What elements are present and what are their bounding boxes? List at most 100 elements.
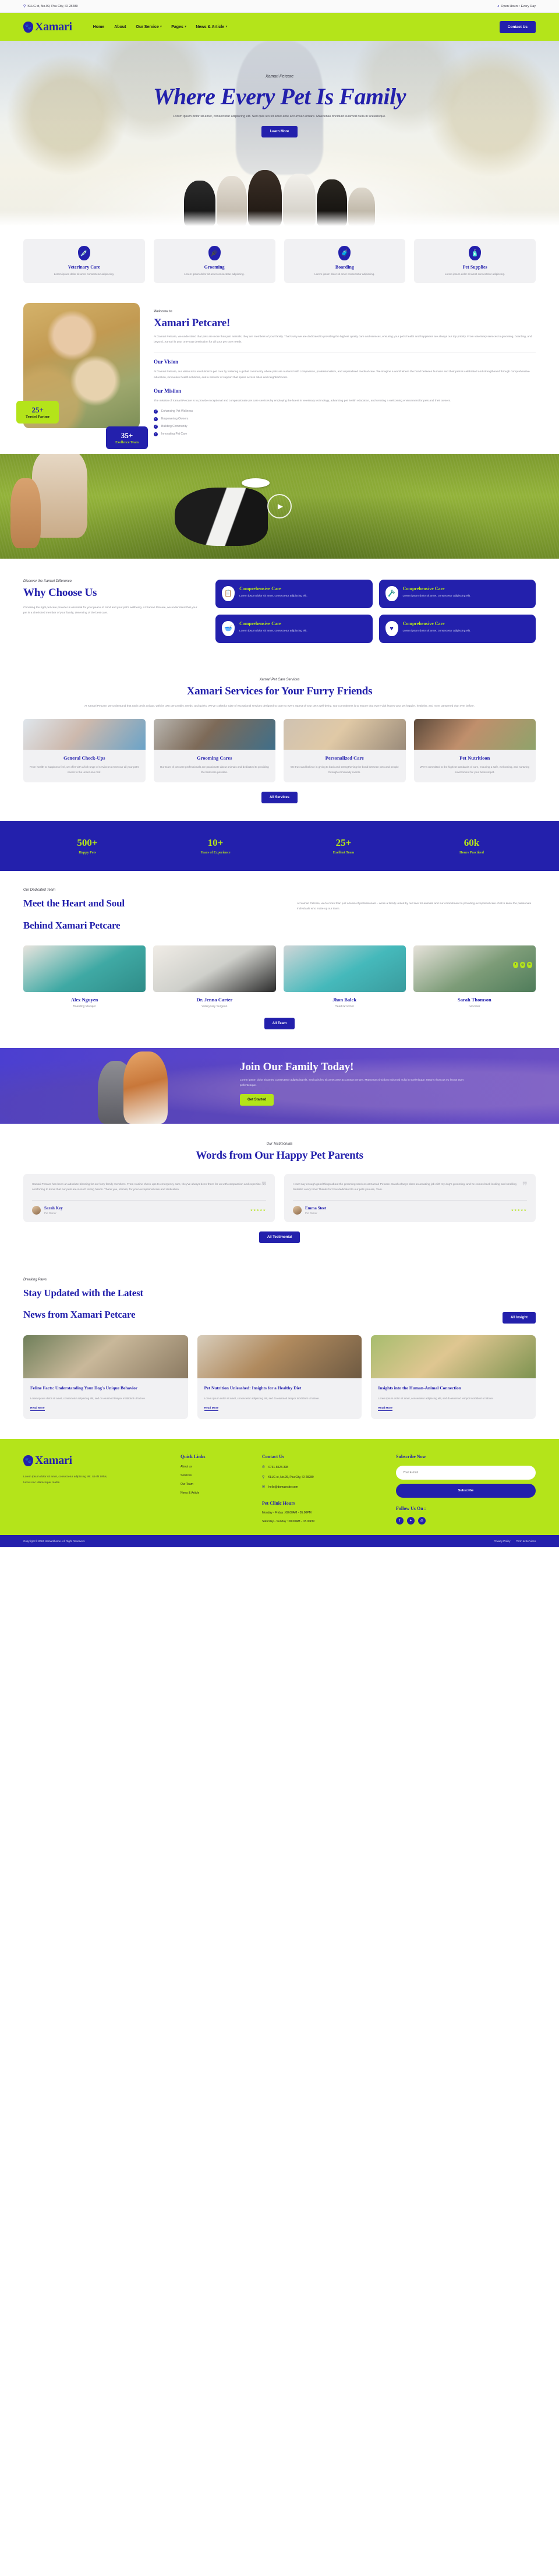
join-title: Join Our Family Today! [240, 1060, 354, 1073]
facebook-icon[interactable]: f [513, 961, 518, 968]
facebook-icon[interactable]: f [396, 1517, 404, 1525]
team-member-name: Sarah Thomson [458, 996, 491, 1003]
site-logo[interactable]: 🐾 Xamari [23, 20, 72, 34]
footer-link-about-us[interactable]: About us [181, 1465, 250, 1469]
hero-learn-more-button[interactable]: Learn More [261, 126, 298, 138]
team-eyebrow: Our Dedicated Team [23, 888, 56, 892]
quick-service-card[interactable]: 💉 Veterinary Care Lorem ipsum dolor sit … [23, 239, 145, 283]
checklist-label: Innovating Pet Care [161, 432, 187, 436]
twitter-icon[interactable]: ✦ [407, 1517, 415, 1525]
service-desc: Our team of pet care professionals are p… [160, 765, 269, 774]
nav-item-home[interactable]: Home [93, 25, 104, 29]
stat-number: 500+ [77, 837, 98, 848]
service-card[interactable]: General Check-Ups From health to happine… [23, 719, 146, 782]
subscribe-button[interactable]: Subscribe [396, 1484, 536, 1498]
blog-card[interactable]: Insights into the Human-Animal Connectio… [371, 1335, 536, 1420]
read-more-link[interactable]: Read More [30, 1407, 45, 1411]
vaccine-bottle-icon: 💉 [77, 246, 90, 260]
check-icon: ✓ [154, 432, 158, 436]
topbar-hours-text: Open Hours : Every Day [501, 4, 536, 8]
footer-logo[interactable]: 🐾 Xamari [23, 1454, 169, 1467]
mission-checklist: ✓ Enhancing Pet Wellness ✓ Empowering Owne… [154, 409, 536, 436]
blog-card[interactable]: Pet Nutrition Unleashed: Insights for a … [197, 1335, 362, 1420]
service-title: General Check-Ups [63, 755, 105, 761]
badge-label: Exellence Team [115, 440, 139, 444]
quick-service-card[interactable]: 🧳 Boarding Lorem ipsum dolor sit amet co… [284, 239, 406, 283]
why-card-title: Comprehensive Care [402, 585, 445, 591]
clinic-hours-title: Pet Clinic Hours [262, 1501, 295, 1506]
mission-text: The mission of Xamari Petcare is to prov… [154, 400, 451, 403]
read-more-link[interactable]: Read More [204, 1407, 219, 1411]
nav-item-news-article[interactable]: News & Article ▾ [196, 25, 227, 29]
linkedin-icon[interactable]: in [527, 961, 532, 968]
about-title: Xamari Petcare! [154, 316, 231, 329]
about-section: 25+ Trusted Partner 35+ Exellence Team W… [16, 301, 536, 454]
why-card-desc: Lorem ipsum dolor sit amet, consectetur … [402, 594, 471, 598]
nav-item-pages[interactable]: Pages ▾ [171, 25, 186, 29]
team-member-card[interactable]: Jhon Balck Head Groomer [283, 945, 406, 1008]
all-insight-button[interactable]: All Insight [503, 1312, 536, 1324]
quick-service-title: Boarding [335, 264, 354, 270]
blog-grid: Feline Facts: Understanding Your Dog's U… [23, 1335, 536, 1420]
blog-eyebrow: Breaking Paws [23, 1278, 47, 1282]
quick-service-card[interactable]: 🪮 Grooming Lorem ipsum dolor sit amet co… [153, 239, 275, 283]
privacy-policy-link[interactable]: Privacy Policy [494, 1540, 511, 1543]
hero-title: Where Every Pet Is Family [153, 83, 406, 110]
footer-link-our-team[interactable]: Our Team [181, 1483, 250, 1486]
nav-item-about[interactable]: About [114, 25, 126, 29]
footer-email[interactable]: ✉ hello@domainsite.com [262, 1485, 384, 1490]
testimonial-name: Emma Steet [305, 1206, 327, 1211]
stat-label: Hours Practiced [459, 851, 484, 855]
footer-phone[interactable]: ✆ 0761-8523-398 [262, 1465, 384, 1470]
why-card[interactable]: 📋 Comprehensive Care Lorem ipsum dolor s… [215, 579, 373, 608]
person-leg-image [10, 478, 41, 548]
email-field[interactable] [396, 1466, 536, 1480]
play-video-button[interactable]: ▶ [267, 493, 292, 518]
quick-service-card[interactable]: 🧴 Pet Supplies Lorem ipsum dolor sit ame… [414, 239, 536, 283]
terms-services-link[interactable]: Term & Services [516, 1540, 536, 1543]
read-more-link[interactable]: Read More [378, 1407, 392, 1411]
stat-number: 25+ [335, 837, 352, 848]
why-card[interactable]: 🪒 Comprehensive Care Lorem ipsum dolor s… [378, 579, 536, 608]
service-card[interactable]: Grooming Cares Our team of pet care prof… [153, 719, 275, 782]
why-card-desc: Lorem ipsum dolor sit amet, consectetur … [239, 629, 307, 633]
nav-label: Pages [171, 24, 183, 29]
footer-link-news-article[interactable]: News & Article [181, 1491, 250, 1495]
why-card[interactable]: 🥣 Comprehensive Care Lorem ipsum dolor s… [215, 614, 373, 643]
blog-title: Insights into the Human-Animal Connectio… [378, 1385, 461, 1391]
about-intro: At Xamari Petcare, we understand that pe… [154, 335, 532, 344]
checklist-item: ✓ Enhancing Pet Wellness [154, 409, 536, 414]
services-title: Xamari Services for Your Furry Friends [186, 684, 373, 697]
footer-link-services[interactable]: Services [181, 1474, 250, 1477]
team-member-card[interactable]: Alex Nguyen Boarding Manajer [23, 945, 146, 1008]
get-started-button[interactable]: Get Started [240, 1093, 274, 1106]
why-card-title: Comprehensive Care [402, 620, 445, 626]
why-card-desc: Lorem ipsum dolor sit amet, consectetur … [239, 594, 307, 598]
hero-eyebrow: Xamari Petcare [265, 75, 294, 79]
all-team-button[interactable]: All Team [264, 1017, 295, 1029]
services-grid: General Check-Ups From health to happine… [23, 719, 536, 782]
why-card[interactable]: ♥ Comprehensive Care Lorem ipsum dolor s… [378, 614, 536, 643]
mail-icon: ✉ [262, 1485, 266, 1490]
quick-links-list: About us Services Our Team News & Articl… [181, 1465, 250, 1495]
service-card[interactable]: Personalized Care We trust and believe i… [284, 719, 406, 782]
quick-service-title: Veterinary Care [68, 264, 101, 270]
team-member-name: Alex Nguyen [70, 996, 98, 1003]
all-testimonial-button[interactable]: All Testimonial [259, 1231, 300, 1244]
service-card[interactable]: Pet Nutritioon We're committed to the hi… [413, 719, 536, 782]
nav-label: Home [93, 24, 105, 29]
instagram-icon[interactable]: ◎ [418, 1517, 426, 1525]
blog-card[interactable]: Feline Facts: Understanding Your Dog's U… [23, 1335, 188, 1420]
contact-us-button[interactable]: Contact Us [499, 20, 536, 33]
pet-bag-icon: 🧳 [338, 246, 351, 260]
service-title: Personalized Care [325, 755, 364, 761]
nav-item-our-service[interactable]: Our Service ▾ [136, 25, 161, 29]
join-cta-banner: Join Our Family Today! Lorem ipsum dolor… [0, 1047, 559, 1124]
chevron-down-icon: ▾ [160, 25, 162, 29]
instagram-icon[interactable]: ◎ [520, 961, 525, 968]
team-member-card[interactable]: f ◎ in Sarah Thomson Groomer [413, 945, 536, 1008]
all-services-button[interactable]: All Services [261, 791, 298, 803]
excellence-team-badge: 35+ Exellence Team [106, 426, 148, 449]
team-member-card[interactable]: Dr. Jenna Carter Veterynary Surgeon [153, 945, 276, 1008]
quote-icon: ❞ [522, 1180, 528, 1191]
